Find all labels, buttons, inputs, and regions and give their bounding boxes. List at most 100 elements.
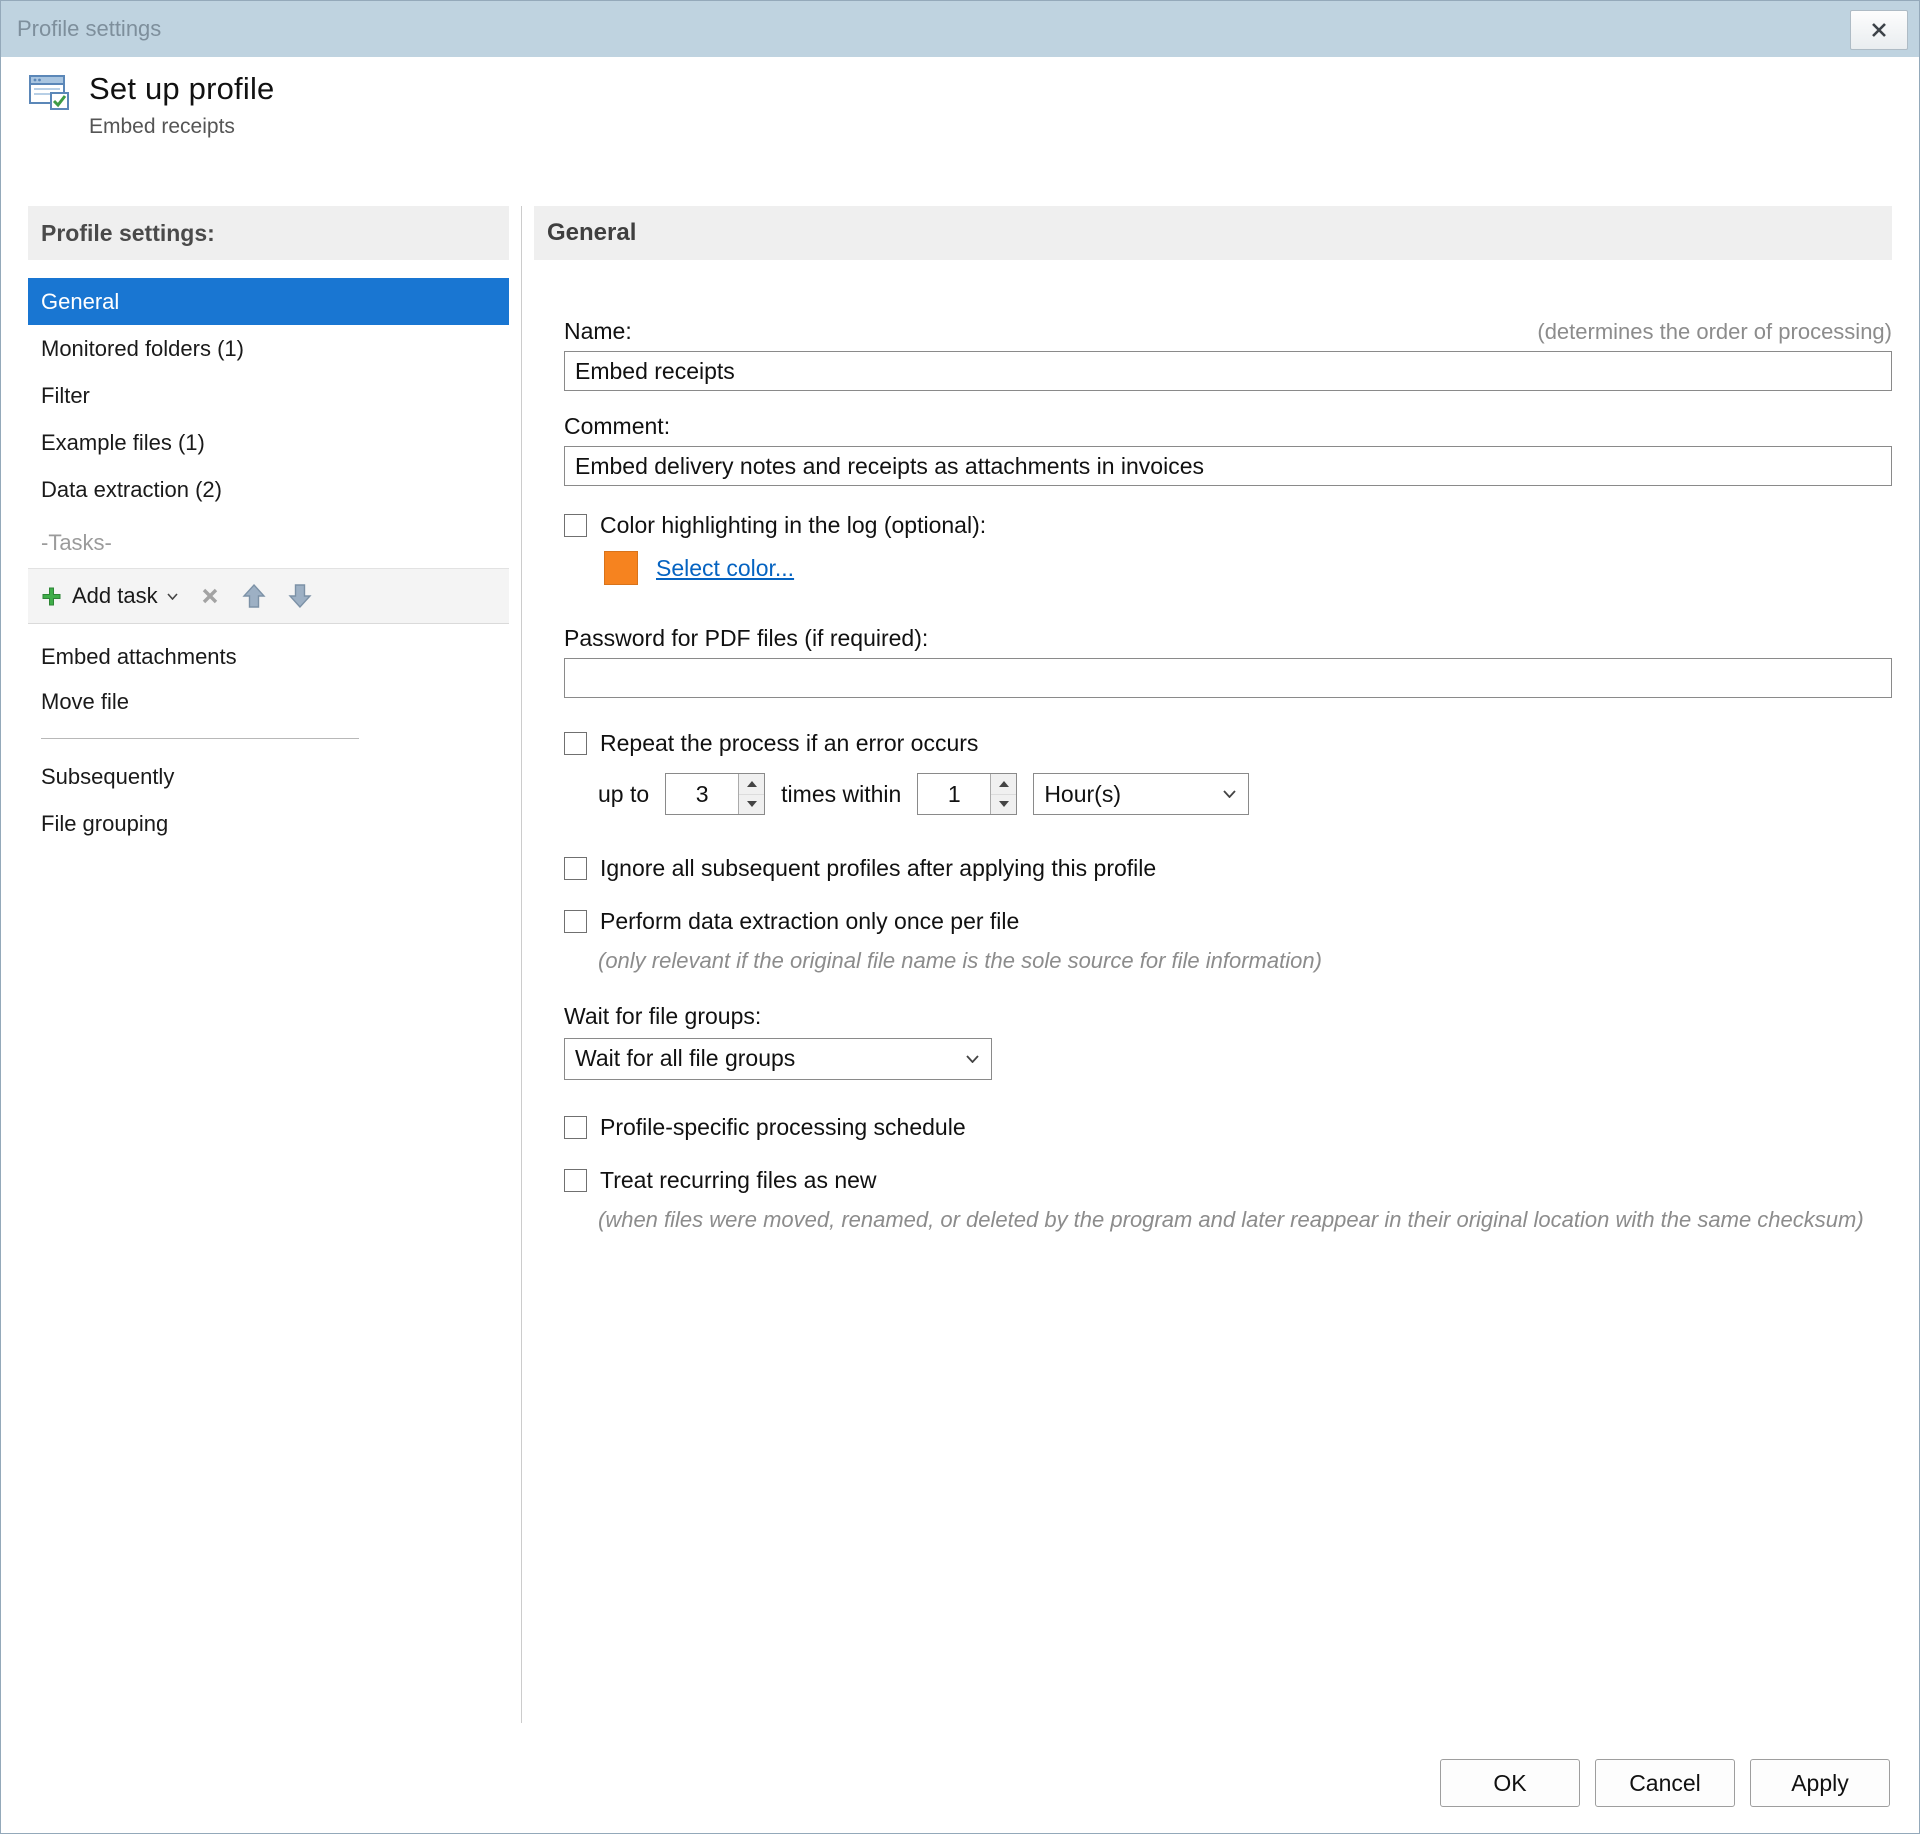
chevron-down-icon: [1223, 790, 1236, 798]
retry-settings-row: up to times within: [598, 773, 1892, 815]
ok-button[interactable]: OK: [1440, 1759, 1580, 1807]
pane-separator: [521, 206, 522, 1723]
dialog-title-block: Set up profile Embed receipts: [89, 71, 274, 139]
task-toolbar: Add task: [28, 568, 509, 624]
add-task-button[interactable]: Add task: [40, 583, 178, 609]
content-pane: General Name: (determines the order of p…: [534, 206, 1892, 1236]
schedule-row: Profile-specific processing schedule: [564, 1114, 1892, 1141]
spin-up-icon: [746, 780, 757, 787]
cancel-button[interactable]: Cancel: [1595, 1759, 1735, 1807]
recurring-row: Treat recurring files as new: [564, 1167, 1892, 1194]
retry-count-up-button[interactable]: [739, 774, 765, 794]
delete-x-icon: [202, 588, 217, 604]
close-icon: [1872, 23, 1886, 37]
task-item-embed-attachments[interactable]: Embed attachments: [28, 634, 509, 679]
comment-input[interactable]: [564, 446, 1892, 486]
retry-window-down-button[interactable]: [991, 793, 1017, 814]
dialog-footer: OK Cancel Apply: [1440, 1759, 1890, 1807]
retry-window-spinner: [917, 773, 1018, 815]
repeat-checkbox[interactable]: [564, 732, 587, 755]
extraction-once-checkbox[interactable]: [564, 910, 587, 933]
content-heading: General: [534, 206, 1892, 260]
dialog-header: Set up profile Embed receipts: [27, 71, 274, 139]
tasks-section-label: -Tasks-: [41, 530, 112, 555]
repeat-label: Repeat the process if an error occurs: [600, 730, 979, 756]
dialog-subtitle: Embed receipts: [89, 115, 235, 138]
times-within-label: times within: [781, 780, 902, 807]
recurring-checkbox[interactable]: [564, 1168, 587, 1192]
task-list: Embed attachments Move file: [28, 634, 509, 724]
retry-window-spin-buttons: [990, 774, 1017, 814]
wait-groups-label: Wait for file groups:: [564, 1002, 762, 1029]
extraction-once-note: (only relevant if the original file name…: [598, 948, 1322, 973]
wait-groups-select[interactable]: Wait for all file groups: [564, 1037, 992, 1080]
extraction-once-label: Perform data extraction only once per fi…: [600, 908, 1020, 934]
password-input[interactable]: [564, 658, 1892, 698]
name-label-row: Name: (determines the order of processin…: [564, 318, 1892, 345]
move-task-down-button[interactable]: [288, 583, 312, 609]
color-highlighting-label: Color highlighting in the log (optional)…: [600, 512, 987, 538]
retry-count-input[interactable]: [666, 774, 739, 814]
repeat-unit-value: Hour(s): [1044, 780, 1121, 807]
sidebar-item-subsequently[interactable]: Subsequently: [28, 753, 509, 800]
plus-icon: [42, 587, 61, 605]
recurring-label: Treat recurring files as new: [600, 1166, 877, 1193]
sidebar-divider: [41, 738, 359, 739]
sidebar-bottom-nav: Subsequently File grouping: [28, 753, 509, 847]
sidebar-item-filter[interactable]: Filter: [28, 372, 509, 419]
color-select-row: Select color...: [604, 551, 1892, 585]
sidebar-item-file-grouping[interactable]: File grouping: [28, 800, 509, 847]
color-highlighting-row: Color highlighting in the log (optional)…: [564, 512, 1892, 539]
extraction-once-row: Perform data extraction only once per fi…: [564, 908, 1892, 935]
window-title: Profile settings: [17, 16, 162, 41]
retry-window-input[interactable]: [918, 774, 991, 814]
schedule-checkbox[interactable]: [564, 1115, 587, 1139]
retry-count-down-button[interactable]: [739, 793, 765, 814]
color-swatch: [604, 551, 638, 585]
wait-groups-value: Wait for all file groups: [575, 1045, 796, 1072]
apply-button[interactable]: Apply: [1750, 1759, 1890, 1807]
sidebar-item-example-files[interactable]: Example files (1): [28, 419, 509, 466]
spin-up-icon: [998, 780, 1009, 787]
schedule-label: Profile-specific processing schedule: [600, 1113, 966, 1140]
dialog-title: Set up profile: [89, 71, 275, 106]
name-hint: (determines the order of processing): [1537, 319, 1892, 344]
profile-settings-window: Profile settings Set up profile Embed re…: [0, 0, 1920, 1834]
repeat-row: Repeat the process if an error occurs: [564, 730, 1892, 757]
up-to-label: up to: [598, 780, 650, 807]
delete-task-button[interactable]: [200, 586, 220, 606]
ignore-profiles-label: Ignore all subsequent profiles after app…: [600, 855, 1157, 881]
name-label: Name:: [564, 318, 632, 344]
sidebar-item-data-extraction[interactable]: Data extraction (2): [28, 466, 509, 513]
profile-icon: [29, 75, 69, 110]
chevron-down-icon: [167, 592, 178, 600]
select-color-link[interactable]: Select color...: [656, 555, 794, 582]
titlebar: Profile settings: [1, 1, 1919, 57]
sidebar-heading: Profile settings:: [28, 206, 509, 260]
close-button[interactable]: [1850, 10, 1908, 50]
arrow-down-icon: [288, 584, 312, 609]
color-highlighting-checkbox[interactable]: [564, 514, 587, 537]
repeat-unit-select[interactable]: Hour(s): [1033, 773, 1250, 815]
sidebar-item-monitored-folders[interactable]: Monitored folders (1): [28, 325, 509, 372]
chevron-down-icon: [966, 1055, 979, 1063]
spin-down-icon: [998, 801, 1009, 808]
arrow-up-icon: [242, 583, 266, 608]
retry-count-spinner: [665, 773, 766, 815]
ignore-profiles-checkbox[interactable]: [564, 857, 587, 880]
retry-count-spin-buttons: [738, 774, 765, 814]
spin-down-icon: [746, 801, 757, 808]
comment-label: Comment:: [564, 413, 671, 439]
general-form: Name: (determines the order of processin…: [534, 318, 1892, 1236]
sidebar-nav: General Monitored folders (1) Filter Exa…: [28, 278, 509, 513]
password-label: Password for PDF files (if required):: [564, 625, 929, 651]
sidebar: Profile settings: General Monitored fold…: [28, 206, 509, 847]
ignore-profiles-row: Ignore all subsequent profiles after app…: [564, 855, 1892, 882]
name-input[interactable]: [564, 351, 1892, 391]
task-item-move-file[interactable]: Move file: [28, 679, 509, 724]
retry-window-up-button[interactable]: [991, 774, 1017, 794]
recurring-note: (when files were moved, renamed, or dele…: [598, 1206, 1864, 1232]
move-task-up-button[interactable]: [242, 583, 266, 609]
sidebar-item-general[interactable]: General: [28, 278, 509, 325]
add-task-label: Add task: [72, 583, 158, 608]
